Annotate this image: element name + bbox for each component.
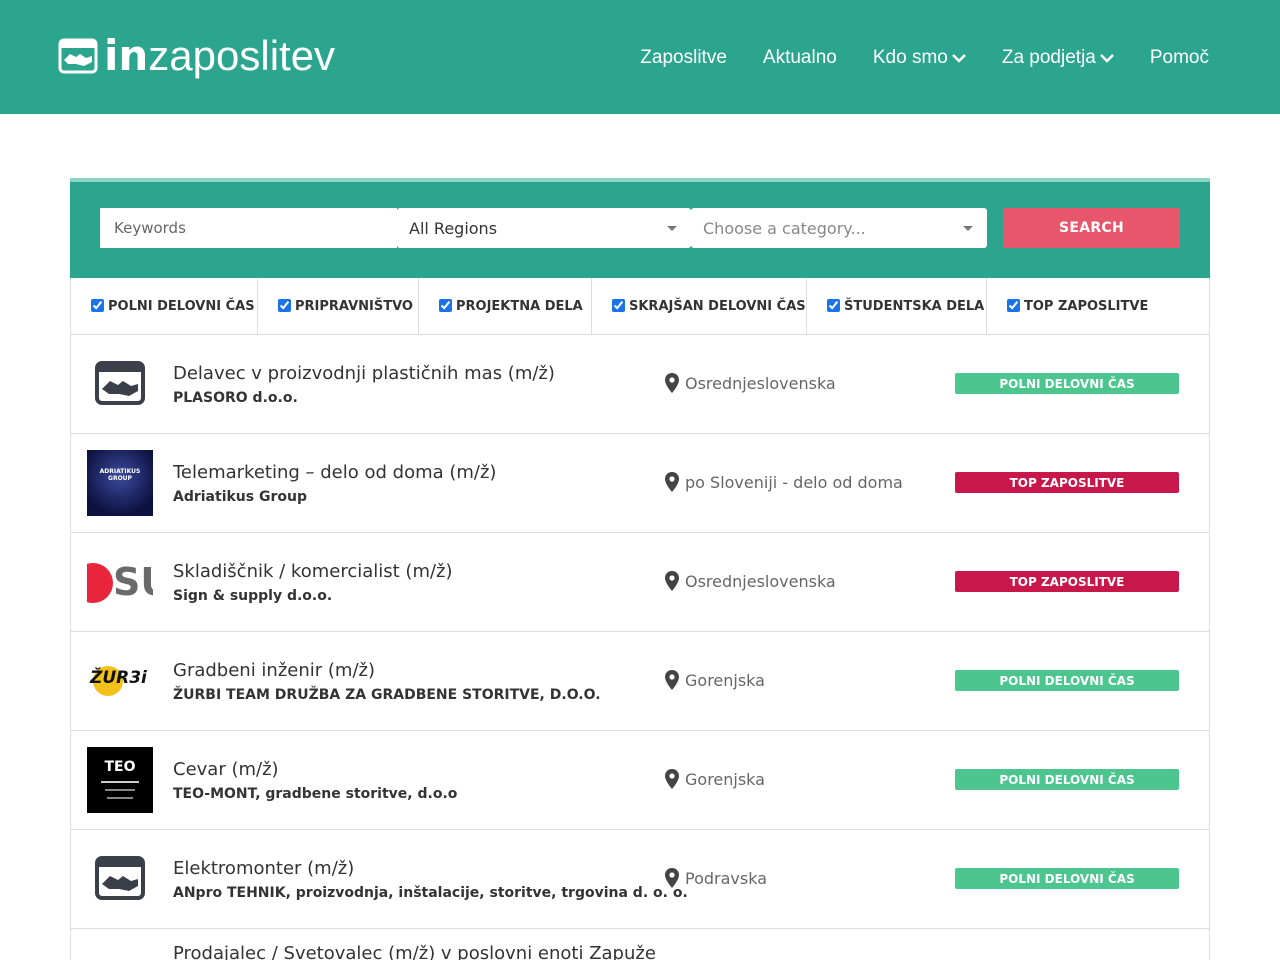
map-pin-icon (665, 571, 679, 591)
filter-checkbox[interactable] (612, 298, 625, 312)
region-select[interactable]: All Regions (397, 208, 691, 248)
job-listing[interactable]: ADRIATIKUS GROUP Telemarketing – delo od… (70, 434, 1210, 533)
map-pin-icon (665, 868, 679, 888)
filter-pripravnistvo[interactable]: PRIPRAVNIŠTVO (258, 278, 419, 334)
location-text: Gorenjska (685, 769, 765, 789)
company-logo (87, 351, 153, 417)
location-text: Gorenjska (685, 670, 765, 690)
logo-text: ADRIATIKUS GROUP (99, 468, 141, 482)
filter-polni-delovni-cas[interactable]: POLNI DELOVNI ČAS (71, 278, 258, 334)
nav-item-zaposlitve[interactable]: Zaposlitve (640, 47, 727, 69)
job-location: po Sloveniji - delo od doma (665, 472, 903, 492)
company-name: Adriatikus Group (173, 489, 307, 505)
job-type-badge: POLNI DELOVNI ČAS (955, 373, 1179, 394)
site-header: inzaposlitev Zaposlitve Aktualno Kdo smo… (0, 0, 1280, 114)
map-pin-icon (665, 769, 679, 789)
filter-checkbox[interactable] (1007, 298, 1020, 312)
job-search-panel: All Regions Choose a category... SEARCH (70, 178, 1210, 278)
company-name: PLASORO d.o.o. (173, 390, 298, 406)
job-type-badge: POLNI DELOVNI ČAS (955, 868, 1179, 889)
nav-item-kdo-smo[interactable]: Kdo smo (873, 47, 966, 69)
handshake-icon (95, 361, 145, 405)
logo-rule (101, 781, 139, 783)
company-logo (87, 846, 153, 912)
filter-projektna-dela[interactable]: PROJEKTNA DELA (419, 278, 592, 334)
job-type-badge: POLNI DELOVNI ČAS (955, 670, 1179, 691)
filter-checkbox[interactable] (91, 298, 104, 312)
job-location: Osrednjeslovenska (665, 373, 836, 393)
job-location: Osrednjeslovenska (665, 571, 836, 591)
caret-down-icon (667, 226, 677, 231)
logo-text: SU (113, 560, 153, 604)
chevron-down-icon (1099, 54, 1114, 63)
job-title[interactable]: Prodajalec / Svetovalec (m/ž) v poslovni… (173, 943, 656, 960)
company-logo: SU (87, 549, 153, 615)
filter-checkbox[interactable] (827, 298, 840, 312)
filter-top-zaposlitve[interactable]: TOP ZAPOSLITVE (987, 278, 1209, 334)
map-pin-icon (665, 670, 679, 690)
job-list: Delavec v proizvodnji plastičnih mas (m/… (70, 335, 1210, 960)
company-name: Sign & supply d.o.o. (173, 588, 333, 604)
handshake-icon (95, 856, 145, 900)
filter-checkbox[interactable] (278, 298, 291, 312)
logo-rule (107, 797, 133, 799)
job-title[interactable]: Telemarketing – delo od doma (m/ž) (173, 462, 496, 483)
location-text: Osrednjeslovenska (685, 571, 836, 591)
region-select-value: All Regions (409, 218, 498, 238)
job-location: Gorenjska (665, 670, 765, 690)
location-text: Podravska (685, 868, 767, 888)
job-title[interactable]: Gradbeni inženir (m/ž) (173, 660, 375, 681)
job-location: Gorenjska (665, 769, 765, 789)
job-listing[interactable]: Delavec v proizvodnji plastičnih mas (m/… (70, 335, 1210, 434)
job-type-filters: POLNI DELOVNI ČAS PRIPRAVNIŠTVO PROJEKTN… (70, 278, 1210, 335)
map-pin-icon (665, 373, 679, 393)
job-listing[interactable]: Elektromonter (m/ž) ANpro TEHNIK, proizv… (70, 830, 1210, 929)
company-logo: TEO (87, 747, 153, 813)
category-select[interactable]: Choose a category... (691, 208, 987, 248)
company-name: ŽURBI TEAM DRUŽBA ZA GRADBENE STORITVE, … (173, 687, 601, 703)
chevron-down-icon (951, 54, 966, 63)
job-type-badge: POLNI DELOVNI ČAS (955, 769, 1179, 790)
nav-item-za-podjetja[interactable]: Za podjetja (1002, 47, 1114, 69)
job-listing[interactable]: ŽUR3i Gradbeni inženir (m/ž) ŽURBI TEAM … (70, 632, 1210, 731)
company-name: ANpro TEHNIK, proizvodnja, inštalacije, … (173, 885, 688, 901)
site-logo[interactable]: inzaposlitev (58, 30, 335, 82)
logo-text-light: zaposlitev (148, 32, 336, 79)
category-select-placeholder: Choose a category... (703, 218, 866, 238)
company-name: TEO-MONT, gradbene storitve, d.o.o (173, 786, 458, 802)
handshake-logo-icon (58, 38, 98, 74)
logo-circle (87, 563, 113, 603)
nav-item-pomoc[interactable]: Pomoč (1150, 47, 1209, 69)
filter-studentska-dela[interactable]: ŠTUDENTSKA DELA (807, 278, 987, 334)
filter-skrajsan-delovni-cas[interactable]: SKRAJŠAN DELOVNI ČAS (592, 278, 807, 334)
job-type-badge: TOP ZAPOSLITVE (955, 472, 1179, 493)
logo-text-bold: in (104, 31, 149, 80)
company-logo: ADRIATIKUS GROUP (87, 450, 153, 516)
keywords-input[interactable] (100, 208, 397, 248)
location-text: po Sloveniji - delo od doma (685, 472, 903, 492)
caret-down-icon (963, 226, 973, 231)
company-logo: ŽUR3i (87, 648, 153, 714)
logo-text: TEO (104, 759, 136, 775)
map-pin-icon (665, 472, 679, 492)
job-title[interactable]: Delavec v proizvodnji plastičnih mas (m/… (173, 363, 555, 384)
job-listing[interactable]: Prodajalec / Svetovalec (m/ž) v poslovni… (70, 929, 1210, 960)
location-text: Osrednjeslovenska (685, 373, 836, 393)
filter-checkbox[interactable] (439, 298, 452, 312)
job-title[interactable]: Cevar (m/ž) (173, 759, 279, 780)
main-nav: Zaposlitve Aktualno Kdo smo Za podjetja … (604, 44, 1209, 72)
job-title[interactable]: Elektromonter (m/ž) (173, 858, 354, 879)
job-title[interactable]: Skladiščnik / komercialist (m/ž) (173, 561, 453, 582)
job-type-badge: TOP ZAPOSLITVE (955, 571, 1179, 592)
job-listing[interactable]: TEO Cevar (m/ž) TEO-MONT, gradbene stori… (70, 731, 1210, 830)
job-location: Podravska (665, 868, 767, 888)
search-button[interactable]: SEARCH (1003, 208, 1180, 248)
logo-text: ŽUR3i (90, 668, 147, 688)
job-listing[interactable]: SU Skladiščnik / komercialist (m/ž) Sign… (70, 533, 1210, 632)
nav-item-aktualno[interactable]: Aktualno (763, 47, 837, 69)
logo-rule (105, 789, 135, 791)
